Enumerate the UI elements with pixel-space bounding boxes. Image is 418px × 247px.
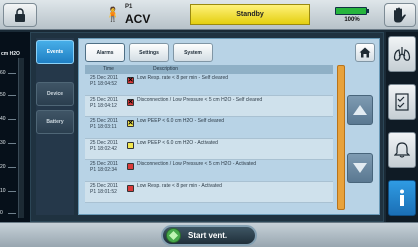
scroll-down-button[interactable] bbox=[347, 153, 373, 183]
battery-tip bbox=[367, 9, 369, 13]
pressure-tick: 40 bbox=[0, 116, 15, 122]
checklist-icon bbox=[395, 93, 409, 111]
battery-indicator: 100% bbox=[333, 4, 371, 26]
checklist-button[interactable] bbox=[388, 84, 416, 120]
tab-system[interactable]: System bbox=[173, 43, 213, 62]
alarm-button[interactable] bbox=[388, 132, 416, 168]
event-description: Low PEEP < 6.0 cm H2O - Activated bbox=[137, 139, 218, 146]
tab-battery[interactable]: Battery bbox=[36, 110, 74, 134]
event-description: Disconnection / Low Pressure < 5 cm H2O … bbox=[137, 161, 257, 167]
lock-button[interactable] bbox=[3, 3, 37, 27]
hand-icon bbox=[394, 7, 406, 23]
event-datetime: 25 Dec 2011 P1 18:02:42 bbox=[90, 139, 118, 152]
start-icon bbox=[166, 228, 181, 243]
time-column-header: Time bbox=[103, 66, 114, 72]
event-datetime: 25 Dec 2011 P1 18:04:52 bbox=[90, 75, 118, 87]
battery-percent: 100% bbox=[344, 17, 360, 23]
tab-events[interactable]: Events bbox=[36, 40, 74, 64]
event-datetime: 25 Dec 2011 P1 18:03:11 bbox=[90, 118, 118, 130]
cleared-alarm-icon: ✕ bbox=[127, 77, 134, 84]
pressure-tick: 30 bbox=[0, 140, 15, 146]
event-row: 25 Dec 2011 P1 18:03:11 ✕ Low PEEP < 6.0 c… bbox=[85, 117, 333, 139]
cleared-alarm-icon: ✕ bbox=[127, 98, 134, 106]
info-button[interactable] bbox=[388, 180, 416, 216]
event-row: 25 Dec 2011 P1 18:04:12 ✕ Disconnection / … bbox=[85, 95, 333, 117]
event-description: Disconnection / Low Pressure < 5 cm H2O … bbox=[137, 96, 263, 103]
tab-settings[interactable]: Settings bbox=[129, 43, 169, 62]
lungs-icon bbox=[393, 47, 411, 61]
cleared-alarm-icon: ✕ bbox=[127, 120, 134, 127]
event-row: 25 Dec 2011 P1 18:02:34 Disconnection / L… bbox=[85, 160, 333, 182]
top-bar: 🧍 P1 ACV Standby 100% bbox=[0, 0, 418, 30]
main-panel: Events Device Battery Alarms Settings Sy… bbox=[30, 32, 384, 222]
start-ventilation-button[interactable]: Start vent. bbox=[161, 225, 257, 246]
event-description: Low Resp. rate < 8 per min - Activated bbox=[137, 182, 222, 189]
pressure-tick: 10 bbox=[0, 188, 15, 194]
side-tab-bar: Events Device Battery bbox=[36, 38, 74, 215]
status-text: Standby bbox=[236, 11, 264, 18]
event-datetime: 25 Dec 2011 P1 18:04:12 bbox=[90, 96, 118, 109]
pressure-tick: 0 bbox=[0, 210, 15, 216]
tab-device[interactable]: Device bbox=[36, 82, 74, 106]
description-column-header: Description bbox=[153, 66, 179, 72]
bell-icon bbox=[394, 142, 410, 158]
events-content: Alarms Settings System Time Description … bbox=[78, 38, 380, 215]
event-log: 25 Dec 2011 P1 18:04:52 ✕ Low Resp. rate <… bbox=[85, 74, 333, 210]
ventilation-mode: ACV bbox=[125, 12, 151, 26]
log-header: Time Description bbox=[85, 65, 333, 74]
ventilator-screen: 🧍 P1 ACV Standby 100% cm H2O 60 50 40 30… bbox=[0, 0, 418, 247]
event-datetime: 25 Dec 2011 P1 18:02:34 bbox=[90, 161, 118, 173]
pressure-tick: 60 bbox=[0, 70, 15, 76]
bottom-bar: Start vent. bbox=[0, 222, 418, 247]
triangle-down-icon bbox=[353, 163, 367, 173]
right-column bbox=[386, 32, 418, 222]
pressure-tick: 20 bbox=[0, 164, 15, 170]
event-description: Low PEEP < 6.0 cm H2O - Self cleared bbox=[137, 118, 225, 124]
triangle-up-icon bbox=[353, 105, 367, 115]
scrollbar[interactable] bbox=[337, 65, 345, 210]
pressure-track bbox=[18, 58, 24, 218]
ventilation-button[interactable] bbox=[388, 36, 416, 72]
pressure-tick: 50 bbox=[0, 92, 15, 98]
home-button[interactable] bbox=[355, 43, 375, 62]
alarm-silence-button[interactable] bbox=[384, 3, 416, 27]
tab-alarms[interactable]: Alarms bbox=[85, 43, 125, 62]
scroll-up-button[interactable] bbox=[347, 95, 373, 125]
start-label: Start vent. bbox=[188, 231, 228, 240]
patient-figures-icon: 🧍 bbox=[104, 6, 122, 22]
event-datetime: 25 Dec 2011 P1 18:01:52 bbox=[90, 182, 118, 195]
event-description: Low Resp. rate < 8 per min - Self cleare… bbox=[137, 75, 229, 81]
active-alarm-icon bbox=[127, 141, 134, 149]
event-row: 25 Dec 2011 P1 18:02:42 Low PEEP < 6.0 cm… bbox=[85, 138, 333, 160]
event-row: 25 Dec 2011 P1 18:04:52 ✕ Low Resp. rate <… bbox=[85, 74, 333, 96]
battery-fill bbox=[336, 8, 366, 14]
lock-icon bbox=[15, 8, 25, 22]
active-alarm-icon bbox=[127, 184, 134, 192]
battery-icon bbox=[335, 7, 367, 15]
patient-label: P1 bbox=[125, 4, 133, 10]
pressure-bar: cm H2O 60 50 40 30 20 10 0 bbox=[0, 32, 30, 222]
home-icon bbox=[359, 47, 371, 58]
pressure-unit: cm H2O bbox=[1, 51, 20, 57]
log-scroll bbox=[337, 65, 373, 210]
active-alarm-icon bbox=[127, 163, 134, 170]
patient-mode: 🧍 P1 ACV bbox=[104, 4, 174, 26]
status-bar: Standby bbox=[190, 4, 310, 25]
event-row: 25 Dec 2011 P1 18:01:52 Low Resp. rate < … bbox=[85, 181, 333, 203]
info-icon bbox=[400, 189, 404, 206]
